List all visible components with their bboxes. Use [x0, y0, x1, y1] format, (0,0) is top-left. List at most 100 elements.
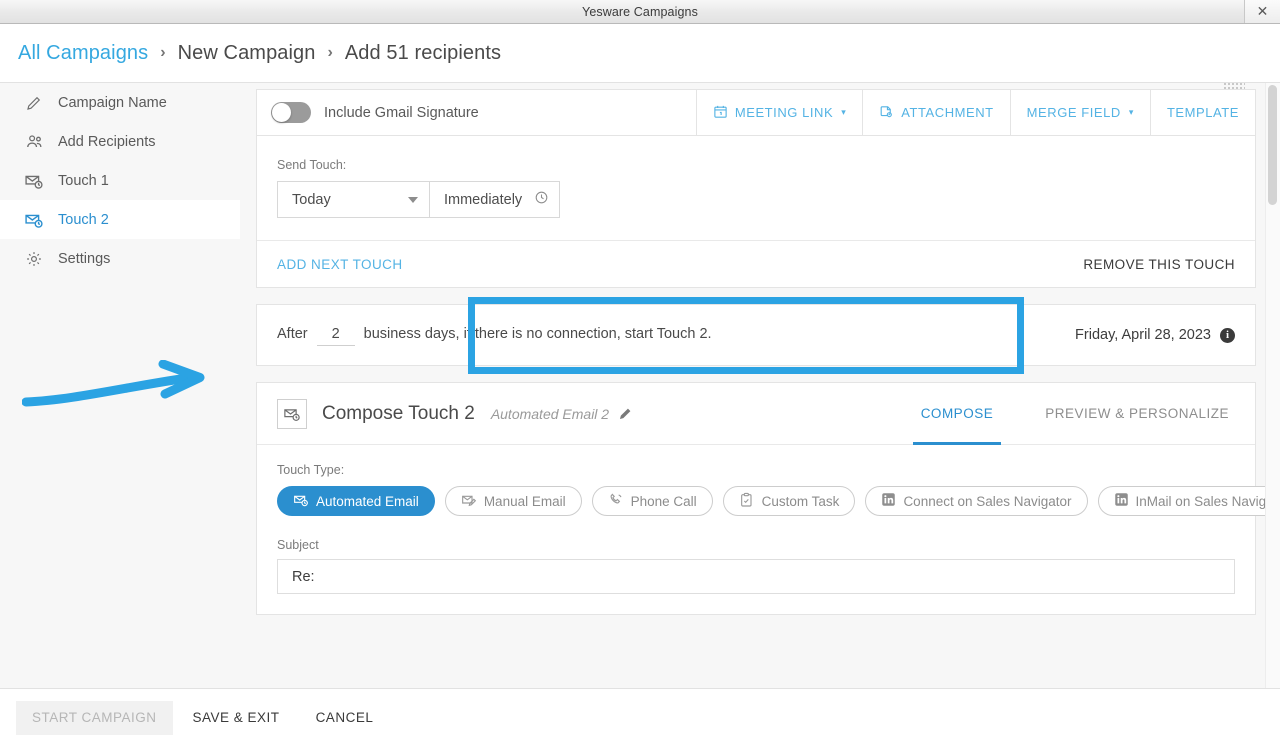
clipboard-check-icon [739, 492, 755, 511]
footer-action-bar: START CAMPAIGN SAVE & EXIT CANCEL [0, 688, 1280, 746]
sidebar-item-label: Settings [58, 251, 110, 267]
delay-row: After business days, if there is no conn… [256, 304, 1256, 366]
touch-editor-card: Include Gmail Signature MEETING LINK ▾ [256, 89, 1256, 288]
compose-tabs: COMPOSE PREVIEW & PERSONALIZE [895, 383, 1255, 445]
clock-icon [534, 190, 549, 209]
mail-clock-icon [277, 399, 307, 429]
include-gmail-signature-label: Include Gmail Signature [324, 105, 479, 121]
attachment-label: ATTACHMENT [901, 105, 993, 120]
send-touch-controls: Today Immediately [277, 181, 1255, 218]
scrollbar-thumb[interactable] [1268, 85, 1277, 205]
delay-suffix-label: business days, if there is no connection… [364, 326, 712, 342]
delay-sentence: After business days, if there is no conn… [277, 325, 712, 346]
send-day-value: Today [292, 192, 331, 208]
merge-field-label: MERGE FIELD [1027, 105, 1121, 120]
chevron-down-icon: ▾ [841, 107, 846, 118]
save-and-exit-label: SAVE & EXIT [193, 710, 280, 725]
delay-days-input[interactable] [317, 325, 355, 346]
resize-grip-icon[interactable] [1223, 83, 1245, 89]
touch-type-label-text: Connect on Sales Navigator [903, 494, 1071, 509]
main-content: Include Gmail Signature MEETING LINK ▾ [240, 83, 1272, 688]
delay-prefix-label: After [277, 326, 308, 342]
chevron-down-icon [408, 197, 418, 203]
mail-pencil-icon [461, 492, 477, 511]
linkedin-icon [881, 492, 896, 510]
compose-body: Touch Type: Automated Email [257, 445, 1255, 614]
touch-type-automated-email[interactable]: Automated Email [277, 486, 435, 516]
touch-type-label-text: Custom Task [762, 494, 840, 509]
compose-title: Compose Touch 2 [322, 403, 475, 425]
phone-icon [608, 492, 624, 511]
info-icon[interactable]: i [1220, 328, 1235, 343]
gear-icon [24, 249, 44, 269]
include-gmail-signature-toggle[interactable] [271, 102, 311, 123]
touch-actions-row: ADD NEXT TOUCH REMOVE THIS TOUCH [257, 240, 1255, 287]
touch-type-options: Automated Email Manual Email [277, 486, 1235, 516]
start-campaign-label: START CAMPAIGN [32, 710, 157, 725]
breadcrumb: All Campaigns › New Campaign › Add 51 re… [0, 24, 1280, 83]
cancel-button[interactable]: CANCEL [300, 701, 390, 735]
tab-compose[interactable]: COMPOSE [895, 383, 1020, 445]
touch-type-phone-call[interactable]: Phone Call [592, 486, 713, 516]
close-icon[interactable]: ✕ [1244, 0, 1280, 23]
window-title: Yesware Campaigns [582, 5, 698, 19]
touch-type-manual-email[interactable]: Manual Email [445, 486, 582, 516]
delay-date-group: Friday, April 28, 2023 i [1075, 327, 1235, 343]
start-campaign-button: START CAMPAIGN [16, 701, 173, 735]
sidebar-item-touch-1[interactable]: Touch 1 [0, 161, 240, 200]
tab-compose-label: COMPOSE [921, 406, 994, 421]
vertical-scrollbar[interactable] [1265, 83, 1280, 688]
compose-card: Compose Touch 2 Automated Email 2 COMPOS… [256, 382, 1256, 615]
remove-this-touch-button[interactable]: REMOVE THIS TOUCH [1083, 257, 1235, 272]
touch-type-label-text: Manual Email [484, 494, 566, 509]
touch-type-custom-task[interactable]: Custom Task [723, 486, 856, 516]
send-time-value: Immediately [444, 192, 522, 208]
compose-toolbar: Include Gmail Signature MEETING LINK ▾ [257, 90, 1255, 136]
meeting-link-button[interactable]: MEETING LINK ▾ [697, 90, 863, 135]
breadcrumb-separator-icon: › [328, 44, 333, 62]
send-touch-block: Send Touch: Today Immediately [257, 136, 1255, 240]
sidebar-item-label: Touch 1 [58, 173, 109, 189]
mail-clock-icon [24, 210, 44, 230]
subject-input[interactable] [277, 559, 1235, 594]
send-time-field[interactable]: Immediately [430, 181, 560, 218]
touch-type-inmail-sales-navigator[interactable]: InMail on Sales Navigator [1098, 486, 1272, 516]
compose-title-group: Compose Touch 2 Automated Email 2 [277, 399, 633, 429]
touch-type-connect-sales-navigator[interactable]: Connect on Sales Navigator [865, 486, 1087, 516]
gmail-signature-cell: Include Gmail Signature [257, 90, 697, 135]
breadcrumb-current: Add 51 recipients [345, 42, 501, 65]
sidebar-item-label: Add Recipients [58, 134, 156, 150]
pencil-icon[interactable] [618, 406, 633, 421]
merge-field-button[interactable]: MERGE FIELD ▾ [1011, 90, 1151, 135]
sidebar-item-touch-2[interactable]: Touch 2 [0, 200, 240, 239]
sidebar-item-add-recipients[interactable]: Add Recipients [0, 122, 240, 161]
breadcrumb-all-campaigns[interactable]: All Campaigns [18, 42, 148, 65]
sidebar-item-label: Touch 2 [58, 212, 109, 228]
sidebar-item-campaign-name[interactable]: Campaign Name [0, 83, 240, 122]
window-titlebar: Yesware Campaigns ✕ [0, 0, 1280, 24]
subject-label: Subject [277, 538, 1235, 552]
sidebar-item-settings[interactable]: Settings [0, 239, 240, 278]
mail-clock-icon [24, 171, 44, 191]
touch-type-label-text: Automated Email [316, 494, 419, 509]
calendar-icon [713, 104, 728, 122]
sidebar-item-label: Campaign Name [58, 95, 167, 111]
template-button[interactable]: TEMPLATE [1151, 90, 1255, 135]
save-and-exit-button[interactable]: SAVE & EXIT [177, 701, 296, 735]
toggle-knob [272, 103, 291, 122]
tab-preview-personalize-label: PREVIEW & PERSONALIZE [1045, 406, 1229, 421]
mail-clock-icon [293, 492, 309, 511]
attachment-button[interactable]: ATTACHMENT [863, 90, 1010, 135]
add-next-touch-button[interactable]: ADD NEXT TOUCH [277, 257, 403, 272]
meeting-link-label: MEETING LINK [735, 105, 833, 120]
attachment-icon [879, 104, 894, 122]
tab-preview-personalize[interactable]: PREVIEW & PERSONALIZE [1019, 383, 1255, 445]
touch-type-label-text: Phone Call [631, 494, 697, 509]
breadcrumb-new-campaign[interactable]: New Campaign [178, 42, 316, 65]
send-day-select[interactable]: Today [277, 181, 430, 218]
delay-row-wrapper: After business days, if there is no conn… [240, 304, 1272, 366]
delay-date-text: Friday, April 28, 2023 [1075, 327, 1211, 343]
breadcrumb-separator-icon: › [160, 44, 165, 62]
compose-subtitle: Automated Email 2 [491, 406, 609, 422]
pencil-icon [24, 93, 44, 113]
